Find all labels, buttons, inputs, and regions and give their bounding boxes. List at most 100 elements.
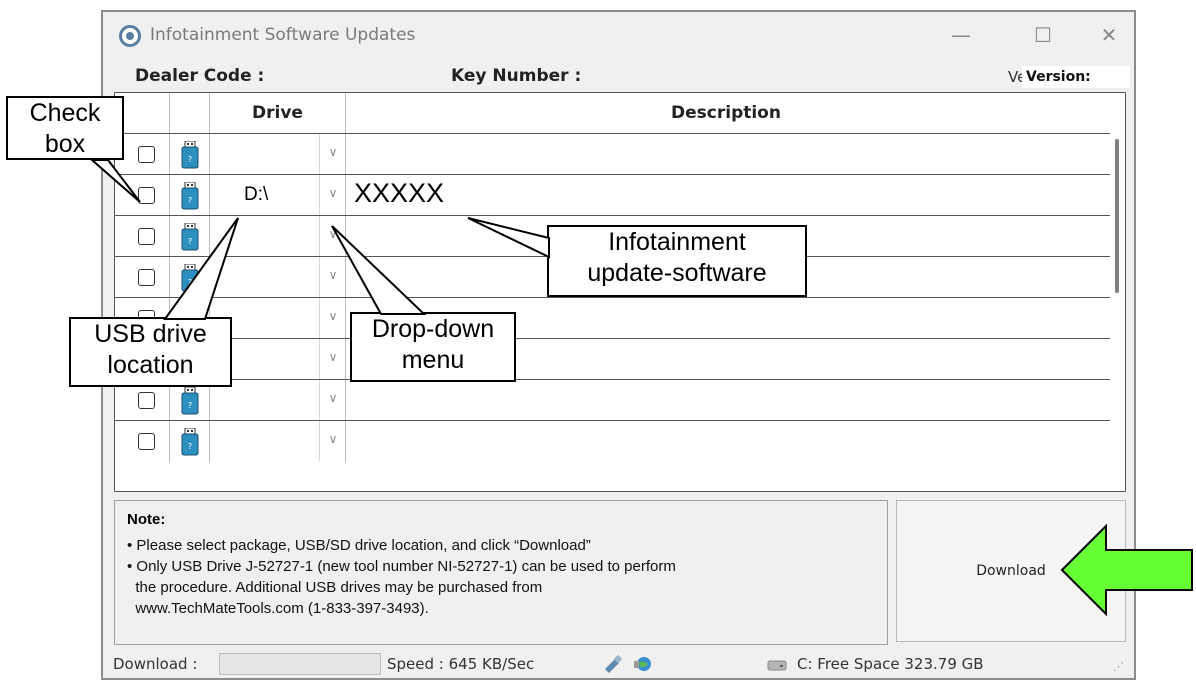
usb-icon-cell: ? [170,175,210,216]
svg-text:?: ? [188,196,192,205]
callout-line: update-software [587,259,767,287]
select-cell [115,175,170,216]
package-description: XXXXX [354,178,445,208]
usb-icon-cell: ? [170,134,210,175]
column-header-drive: Drive [210,93,346,133]
resize-grip-icon[interactable]: ⋰ [1113,660,1124,673]
chevron-down-icon[interactable]: ∨ [320,134,346,174]
note-line: www.TechMateTools.com (1-833-397-3493). [127,600,429,617]
table-row[interactable]: ?∨ [115,338,1110,380]
download-arrow-icon [1060,524,1193,616]
column-header-icon [170,93,210,133]
speed-readout: Speed : 645 KB/Sec [387,655,535,673]
select-cell [115,216,170,257]
status-bar: Download : Speed : 645 KB/Sec C: Free Sp… [103,652,1134,678]
table-row[interactable]: ?∨ [115,297,1110,339]
table-row[interactable]: ?∨ [115,133,1110,175]
callout-line: Infotainment [608,228,746,256]
chevron-down-icon[interactable]: ∨ [320,257,346,297]
usb-drive-icon: ? [181,223,199,251]
usb-drive-icon: ? [181,141,199,169]
download-progress-bar [219,653,381,675]
usb-connect-icon [605,655,623,673]
vertical-scrollbar[interactable] [1110,93,1125,491]
note-line: the procedure. Additional USB drives may… [127,579,543,596]
usb-icon-cell: ? [170,216,210,257]
row-checkbox[interactable] [138,187,155,204]
table-row[interactable]: ?∨ [115,379,1110,421]
chevron-down-icon[interactable]: ∨ [320,380,346,420]
drive-cell: ∨ [210,216,346,257]
network-globe-icon [634,657,651,671]
row-checkbox[interactable] [138,392,155,409]
disk-drive-icon [767,660,787,671]
note-line: • Please select package, USB/SD drive lo… [127,537,591,554]
usb-drive-icon: ? [181,264,199,292]
svg-text:?: ? [188,401,192,410]
chevron-down-icon[interactable]: ∨ [320,421,346,461]
callout-check-box: Check box [6,96,124,160]
minimize-button[interactable]: — [943,20,979,50]
select-cell [115,257,170,298]
row-checkbox[interactable] [138,269,155,286]
callout-drop-down-menu: Drop-down menu [350,312,516,382]
usb-drive-icon: ? [181,428,199,456]
title-bar[interactable]: Infotainment Software Updates — ☐ ✕ [103,12,1134,62]
usb-drive-icon: ? [181,387,199,415]
version-label: Version: [1022,66,1130,88]
callout-line: location [107,351,194,379]
drive-cell: ∨ [210,421,346,462]
note-title: Note: [127,511,166,528]
chevron-down-icon[interactable]: ∨ [320,298,346,338]
description-cell[interactable] [346,134,1110,175]
drive-cell: D:\ ∨ [210,175,346,216]
chevron-down-icon[interactable]: ∨ [320,339,346,379]
select-cell [115,421,170,462]
chevron-down-icon[interactable]: ∨ [320,216,346,256]
app-window: Infotainment Software Updates — ☐ ✕ Deal… [101,10,1136,680]
scrollbar-thumb[interactable] [1115,139,1119,293]
description-cell[interactable] [346,380,1110,421]
column-header-description: Description [671,103,781,123]
grid-header: Drive Description [115,93,1125,133]
drive-select[interactable] [210,216,320,256]
table-row[interactable]: ? D:\ ∨ XXXXX [115,174,1110,216]
chevron-down-icon[interactable]: ∨ [320,175,346,215]
table-row[interactable]: ?∨ [115,420,1110,462]
callout-line: box [44,130,86,158]
callout-line: menu [401,346,465,374]
drive-cell: ∨ [210,257,346,298]
free-space-readout: C: Free Space 323.79 GB [797,655,984,673]
note-line: • Only USB Drive J-52727-1 (new tool num… [127,558,676,575]
callout-infotainment-software: Infotainment update-software [547,225,807,297]
close-button[interactable]: ✕ [1091,20,1127,50]
key-number-label: Key Number : [451,66,582,86]
svg-text:?: ? [188,278,192,287]
drive-select[interactable] [210,257,320,297]
row-checkbox[interactable] [138,146,155,163]
svg-text:?: ? [188,237,192,246]
usb-icon-cell: ? [170,257,210,298]
drive-select[interactable]: D:\ [210,175,320,215]
svg-text:?: ? [188,155,192,164]
note-panel: Note: • Please select package, USB/SD dr… [114,500,888,645]
row-checkbox[interactable] [138,433,155,450]
description-cell[interactable]: XXXXX [346,175,1110,216]
description-cell[interactable] [346,421,1110,462]
callout-line: Check [29,99,101,127]
callout-usb-drive-location: USB drive location [69,317,232,387]
drive-select[interactable] [210,421,320,461]
svg-text:?: ? [188,442,192,451]
app-icon [119,25,141,47]
drive-select[interactable] [210,134,320,174]
usb-icon-cell: ? [170,421,210,462]
maximize-button[interactable]: ☐ [1025,20,1061,50]
callout-line: USB drive [94,320,207,348]
callout-line: Drop-down [371,315,495,343]
dealer-code-label: Dealer Code : [135,66,265,86]
row-checkbox[interactable] [138,228,155,245]
usb-drive-icon: ? [181,182,199,210]
download-status-label: Download : [113,655,198,673]
drive-cell: ∨ [210,134,346,175]
window-title: Infotainment Software Updates [150,25,416,45]
